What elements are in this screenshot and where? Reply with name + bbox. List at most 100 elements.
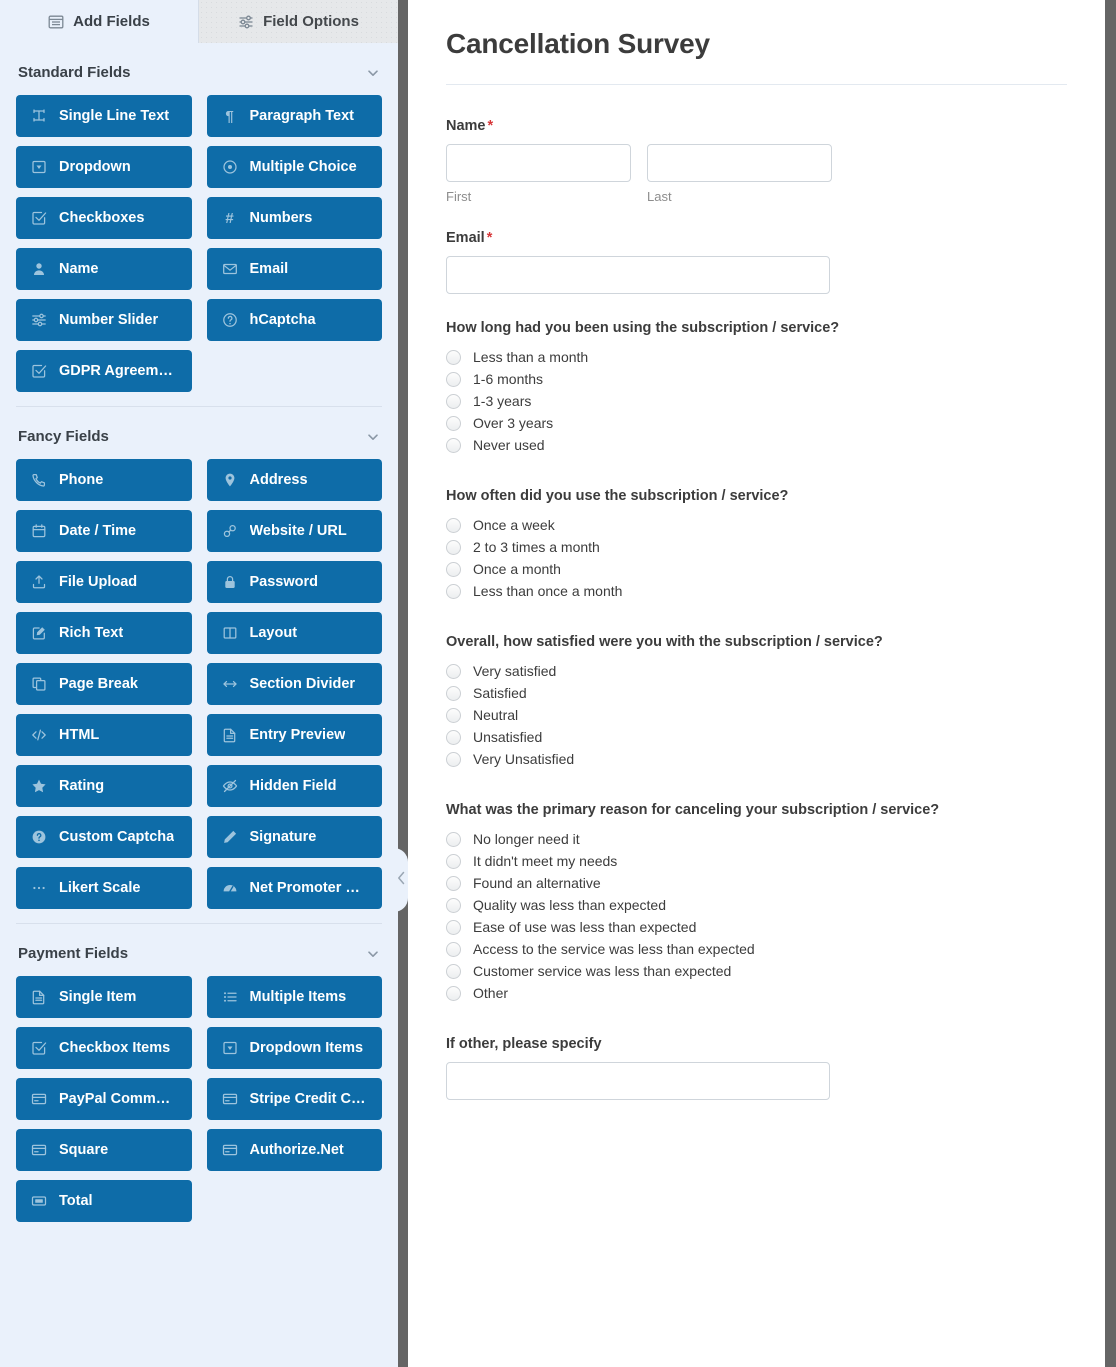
radio-button[interactable] — [446, 831, 461, 847]
field-button-hidden-field[interactable]: Hidden Field — [206, 765, 382, 807]
field-button-password[interactable]: Password — [206, 561, 382, 603]
radio-button[interactable] — [446, 751, 461, 767]
radio-option[interactable]: Access to the service was less than expe… — [446, 941, 1067, 957]
field-button-page-break[interactable]: Page Break — [16, 663, 192, 705]
radio-option[interactable]: No longer need it — [446, 831, 1067, 847]
question-block-1[interactable]: How long had you been using the subscrip… — [446, 320, 1067, 453]
chevron-down-icon[interactable] — [366, 947, 380, 961]
radio-option[interactable]: 1-6 months — [446, 371, 1067, 387]
radio-option[interactable]: Unsatisfied — [446, 729, 1067, 745]
radio-option[interactable]: Less than once a month — [446, 583, 1067, 599]
field-email[interactable]: Email * — [446, 230, 1067, 294]
field-button-numbers[interactable]: # Numbers — [206, 197, 382, 239]
radio-option[interactable]: 1-3 years — [446, 393, 1067, 409]
field-button-checkboxes[interactable]: Checkboxes — [16, 197, 192, 239]
radio-option[interactable]: Less than a month — [446, 349, 1067, 365]
radio-option[interactable]: Ease of use was less than expected — [446, 919, 1067, 935]
radio-button[interactable] — [446, 985, 461, 1001]
field-button-layout[interactable]: Layout — [206, 612, 382, 654]
radio-button[interactable] — [446, 875, 461, 891]
field-button-single-line-text[interactable]: Single Line Text — [16, 95, 192, 137]
field-other-specify[interactable]: If other, please specify — [446, 1036, 1067, 1100]
field-button-gdpr-agreement[interactable]: GDPR Agreement — [16, 350, 192, 392]
field-button-dropdown[interactable]: Dropdown — [16, 146, 192, 188]
radio-option[interactable]: 2 to 3 times a month — [446, 539, 1067, 555]
radio-button[interactable] — [446, 729, 461, 745]
collapse-panel-button[interactable] — [394, 848, 408, 912]
field-button-net-promoter-score[interactable]: Net Promoter Score — [206, 867, 382, 909]
field-button-square[interactable]: Square — [16, 1129, 192, 1171]
radio-button[interactable] — [446, 919, 461, 935]
radio-option[interactable]: It didn't meet my needs — [446, 853, 1067, 869]
first-name-input[interactable] — [446, 144, 631, 182]
field-button-date-time[interactable]: Date / Time — [16, 510, 192, 552]
question-block-3[interactable]: Overall, how satisfied were you with the… — [446, 634, 1067, 767]
last-name-input[interactable] — [647, 144, 832, 182]
field-button-single-item[interactable]: Single Item — [16, 976, 192, 1018]
field-button-rating[interactable]: Rating — [16, 765, 192, 807]
field-button-rich-text[interactable]: Rich Text — [16, 612, 192, 654]
radio-option[interactable]: Very Unsatisfied — [446, 751, 1067, 767]
radio-button[interactable] — [446, 963, 461, 979]
field-button-phone[interactable]: Phone — [16, 459, 192, 501]
section-header-fancy-fields[interactable]: Fancy Fields — [16, 406, 382, 459]
tab-field-options[interactable]: Field Options — [199, 0, 398, 43]
radio-option[interactable]: Found an alternative — [446, 875, 1067, 891]
field-button-multiple-items[interactable]: Multiple Items — [206, 976, 382, 1018]
chevron-down-icon[interactable] — [366, 66, 380, 80]
field-button-number-slider[interactable]: Number Slider — [16, 299, 192, 341]
radio-button[interactable] — [446, 561, 461, 577]
radio-button[interactable] — [446, 583, 461, 599]
radio-option[interactable]: Very satisfied — [446, 663, 1067, 679]
field-button-entry-preview[interactable]: Entry Preview — [206, 714, 382, 756]
field-button-paragraph-text[interactable]: ¶ Paragraph Text — [206, 95, 382, 137]
field-button-paypal-commerce[interactable]: PayPal Commerce — [16, 1078, 192, 1120]
radio-button[interactable] — [446, 437, 461, 453]
field-button-section-divider[interactable]: Section Divider — [206, 663, 382, 705]
email-input[interactable] — [446, 256, 830, 294]
tab-add-fields[interactable]: Add Fields — [0, 0, 199, 43]
radio-button[interactable] — [446, 371, 461, 387]
question-block-4[interactable]: What was the primary reason for cancelin… — [446, 802, 1067, 1001]
radio-button[interactable] — [446, 707, 461, 723]
radio-option[interactable]: Customer service was less than expected — [446, 963, 1067, 979]
section-header-payment-fields[interactable]: Payment Fields — [16, 923, 382, 976]
radio-option[interactable]: Satisfied — [446, 685, 1067, 701]
radio-option[interactable]: Once a week — [446, 517, 1067, 533]
radio-option[interactable]: Neutral — [446, 707, 1067, 723]
radio-button[interactable] — [446, 539, 461, 555]
other-specify-input[interactable] — [446, 1062, 830, 1100]
radio-button[interactable] — [446, 897, 461, 913]
chevron-down-icon[interactable] — [366, 430, 380, 444]
field-name[interactable]: Name * First Last — [446, 118, 1067, 204]
radio-option[interactable]: Never used — [446, 437, 1067, 453]
field-button-stripe-credit-card[interactable]: Stripe Credit Card — [206, 1078, 382, 1120]
field-button-file-upload[interactable]: File Upload — [16, 561, 192, 603]
radio-button[interactable] — [446, 517, 461, 533]
radio-button[interactable] — [446, 663, 461, 679]
field-button-authorize-net[interactable]: Authorize.Net — [206, 1129, 382, 1171]
radio-option[interactable]: Over 3 years — [446, 415, 1067, 431]
radio-button[interactable] — [446, 349, 461, 365]
radio-button[interactable] — [446, 941, 461, 957]
field-button-email[interactable]: Email — [206, 248, 382, 290]
radio-option[interactable]: Quality was less than expected — [446, 897, 1067, 913]
section-header-standard-fields[interactable]: Standard Fields — [16, 43, 382, 95]
field-button-address[interactable]: Address — [206, 459, 382, 501]
field-button-multiple-choice[interactable]: Multiple Choice — [206, 146, 382, 188]
field-button-signature[interactable]: Signature — [206, 816, 382, 858]
radio-button[interactable] — [446, 853, 461, 869]
field-button-website-url[interactable]: Website / URL — [206, 510, 382, 552]
field-button-hcaptcha[interactable]: hCaptcha — [206, 299, 382, 341]
radio-button[interactable] — [446, 685, 461, 701]
question-block-2[interactable]: How often did you use the subscription /… — [446, 488, 1067, 599]
field-button-html[interactable]: HTML — [16, 714, 192, 756]
radio-button[interactable] — [446, 393, 461, 409]
field-button-custom-captcha[interactable]: Custom Captcha — [16, 816, 192, 858]
radio-button[interactable] — [446, 415, 461, 431]
field-button-dropdown-items[interactable]: Dropdown Items — [206, 1027, 382, 1069]
field-button-likert-scale[interactable]: Likert Scale — [16, 867, 192, 909]
field-button-checkbox-items[interactable]: Checkbox Items — [16, 1027, 192, 1069]
radio-option[interactable]: Once a month — [446, 561, 1067, 577]
field-button-total[interactable]: Total — [16, 1180, 192, 1222]
